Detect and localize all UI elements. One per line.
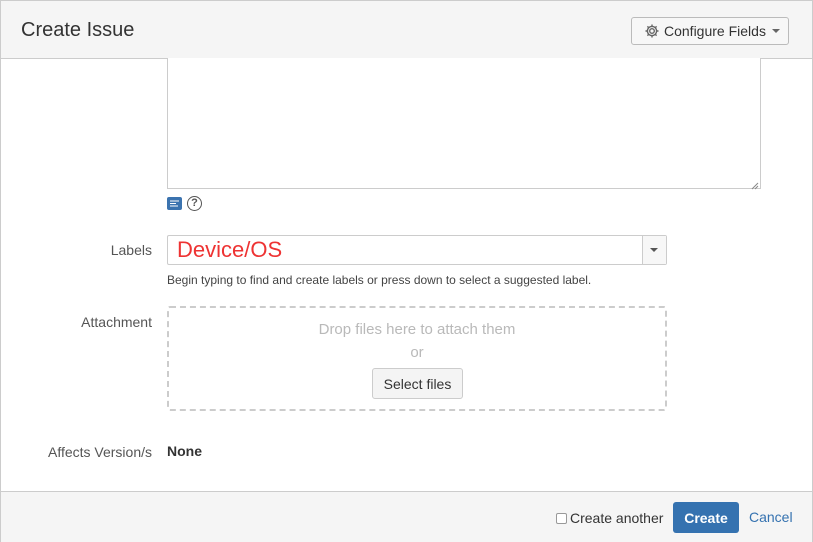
configure-fields-label: Configure Fields <box>664 23 766 39</box>
create-button[interactable]: Create <box>673 502 739 533</box>
resize-grip-icon[interactable] <box>750 177 759 190</box>
wiki-style-icon[interactable] <box>167 197 182 210</box>
labels-input[interactable]: Device/OS <box>167 235 667 265</box>
chevron-down-icon <box>771 29 780 33</box>
affects-version-field-label: Affects Version/s <box>47 444 152 460</box>
attachment-field-label: Attachment <box>81 314 152 330</box>
dropzone-or-text: or <box>410 344 424 361</box>
attachment-dropzone[interactable]: Drop files here to attach them or Select… <box>167 306 667 411</box>
affects-version-value: None <box>167 443 202 459</box>
create-issue-dialog: Create Issue Configure Fields ? Labels D… <box>0 0 813 542</box>
gear-icon <box>644 23 660 39</box>
dialog-footer: Create another Create Cancel <box>1 491 812 542</box>
labels-hint: Begin typing to find and create labels o… <box>167 273 592 287</box>
dialog-title: Create Issue <box>21 19 135 41</box>
configure-fields-button[interactable]: Configure Fields <box>631 17 789 45</box>
labels-field-label: Labels <box>110 242 152 258</box>
labels-dropdown-button[interactable] <box>642 236 666 264</box>
labels-value: Device/OS <box>177 237 283 262</box>
dialog-header: Create Issue Configure Fields <box>1 1 812 59</box>
create-another-option[interactable]: Create another <box>556 510 663 526</box>
create-another-checkbox[interactable] <box>556 512 567 524</box>
description-textarea[interactable] <box>167 58 761 189</box>
create-another-label: Create another <box>570 510 664 526</box>
help-icon[interactable]: ? <box>187 196 202 211</box>
cancel-link[interactable]: Cancel <box>749 509 793 525</box>
select-files-button[interactable]: Select files <box>372 368 463 399</box>
dropzone-text: Drop files here to attach them <box>318 321 516 338</box>
